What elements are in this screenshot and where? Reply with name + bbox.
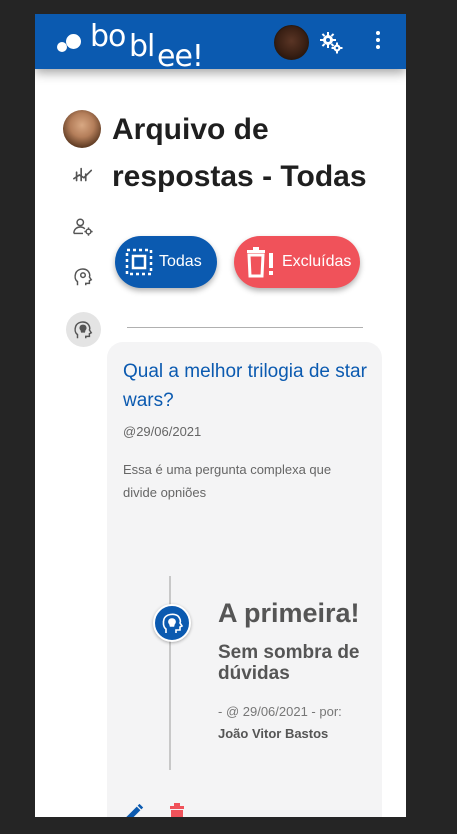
answer-subtitle: Sem sombra de dúvidas bbox=[218, 642, 360, 684]
gears-icon[interactable] bbox=[319, 30, 343, 54]
filter-all-button[interactable]: Todas bbox=[115, 236, 217, 288]
user-avatar[interactable] bbox=[274, 25, 309, 60]
profile-avatar[interactable] bbox=[63, 110, 101, 148]
head-gear-icon[interactable] bbox=[72, 266, 94, 288]
logo-text-bo: bo bbox=[90, 19, 126, 54]
user-settings-icon[interactable] bbox=[72, 216, 94, 238]
phone-screen: bo bl ee! Arquivo de respostas - Todas T… bbox=[35, 14, 406, 817]
select-all-icon bbox=[125, 248, 153, 276]
page-title: Arquivo de respostas - Todas bbox=[112, 113, 367, 193]
answers-archive-icon[interactable] bbox=[72, 319, 94, 341]
logo-text-bl: bl bbox=[129, 29, 155, 64]
logo-dot-large bbox=[66, 34, 81, 49]
stats-icon[interactable] bbox=[72, 164, 94, 186]
question-title[interactable]: Qual a melhor trilogia de star wars? bbox=[123, 357, 369, 415]
top-app-bar: bo bl ee! bbox=[35, 14, 406, 72]
question-card: Qual a melhor trilogia de star wars? @29… bbox=[107, 342, 382, 817]
logo-text-ee: ee! bbox=[157, 39, 204, 74]
question-description: Essa é uma pergunta complexa que divide … bbox=[123, 462, 332, 500]
edit-icon[interactable] bbox=[123, 802, 145, 817]
delete-icon[interactable] bbox=[167, 802, 187, 817]
answer-title: A primeira! bbox=[218, 598, 360, 628]
kebab-menu-icon[interactable] bbox=[370, 31, 386, 53]
filter-deleted-button[interactable]: Excluídas bbox=[234, 236, 360, 288]
question-date: @29/06/2021 bbox=[123, 424, 202, 439]
filter-all-label: Todas bbox=[159, 253, 202, 270]
answer-author[interactable]: João Vitor Bastos bbox=[218, 726, 328, 741]
trash-alert-icon bbox=[247, 247, 273, 278]
bobl-logo[interactable]: bo bl ee! bbox=[57, 19, 217, 72]
answer-head-icon bbox=[162, 613, 184, 633]
divider bbox=[127, 327, 363, 328]
answer-badge bbox=[153, 604, 191, 642]
filter-deleted-label: Excluídas bbox=[282, 253, 352, 270]
answer-meta: - @ 29/06/2021 - por: bbox=[218, 704, 342, 719]
